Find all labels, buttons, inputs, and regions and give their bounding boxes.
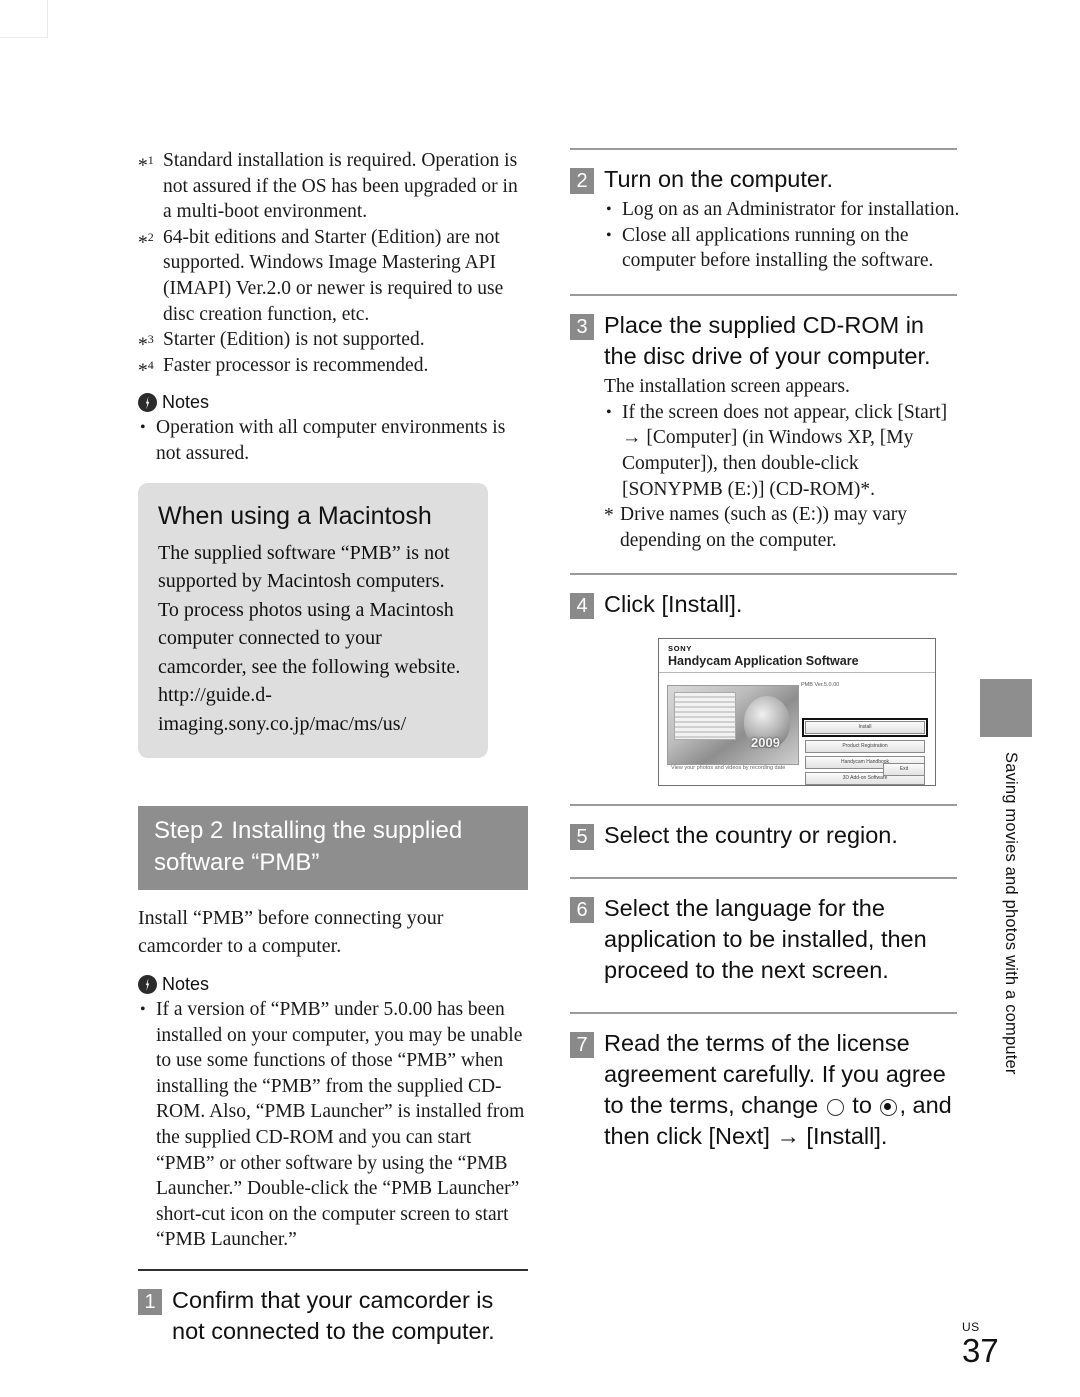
step-1-text: Confirm that your camcorder is not conne… [172, 1286, 495, 1344]
step-1: 1 Confirm that your camcorder is not con… [138, 1285, 528, 1347]
step-2-details: Log on as an Administrator for installat… [604, 197, 960, 274]
installer-title: Handycam Application Software [668, 654, 859, 669]
section-intro-paragraph: Install “PMB” before connecting your cam… [138, 907, 444, 958]
footnote-mark: *2 [138, 229, 154, 254]
section-divider [570, 1012, 957, 1015]
step-5-text: Select the country or region. [604, 822, 898, 849]
step-number-badge: 4 [570, 593, 594, 620]
step-2: 2 Turn on the computer. [570, 164, 960, 195]
footnote-text: Starter (Edition) is not supported. [163, 329, 425, 351]
notes-label: Notes [162, 974, 210, 995]
installer-year-badge: 2009 [751, 735, 780, 751]
macintosh-box-paragraph: The supplied software “PMB” is not suppo… [158, 541, 450, 593]
step-3-star-note: Drive names (such as (E:)) may vary depe… [604, 502, 960, 553]
step-header-lead: Step 2 [154, 817, 224, 845]
step-number-badge: 3 [570, 313, 594, 340]
installer-collage-image [667, 685, 799, 766]
document-page: *1 Standard installation is required. Op… [0, 0, 1080, 1397]
step-3-details: The installation screen appears. If the … [604, 374, 960, 554]
notes-heading: Notes [138, 392, 528, 413]
scan-edge-artifact [47, 0, 48, 38]
footnote-mark-number: 3 [147, 332, 154, 347]
folio-number: 37 [962, 1332, 999, 1369]
macintosh-box-title: When using a Macintosh [158, 501, 432, 530]
step-3-text: Place the supplied CD-ROM in the disc dr… [604, 311, 931, 369]
notes-heading: Notes [138, 974, 528, 995]
footnote-mark: *4 [138, 357, 154, 382]
step-3: 3 Place the supplied CD-ROM in the disc … [570, 310, 960, 372]
installer-product-registration-button[interactable]: Product Registration [805, 740, 925, 754]
macintosh-callout-box: When using a Macintosh The supplied soft… [138, 482, 488, 759]
step-3-lead-text: The installation screen appears. [604, 375, 850, 397]
footnote-item: *4 Faster processor is recommended. [138, 353, 528, 382]
step-2-bullet: Log on as an Administrator for installat… [604, 197, 960, 223]
section-divider [570, 293, 957, 296]
section-divider [570, 877, 957, 880]
step-4-text: Click [Install]. [604, 591, 743, 618]
left-column: *1 Standard installation is required. Op… [138, 148, 528, 1347]
installer-install-button[interactable]: Install [802, 718, 928, 738]
step-3-bullet: If the screen does not appear, click [St… [604, 400, 960, 502]
footnote-mark-number: 1 [147, 153, 154, 167]
footnote-mark: *1 [138, 153, 154, 177]
installer-caption: View your photos and videos by recording… [671, 765, 786, 772]
footnote-item: *1 Standard installation is required. Op… [138, 148, 528, 225]
section-divider [570, 573, 957, 576]
installer-screenshot-figure: SONY Handycam Application Software PMB V… [658, 638, 960, 787]
radio-selected-icon [880, 1099, 898, 1117]
step-6: 6 Select the language for the applicatio… [570, 893, 960, 986]
right-column: 2 Turn on the computer. Log on as an Adm… [570, 148, 960, 1152]
footnote-list: *1 Standard installation is required. Op… [138, 148, 528, 382]
step-7-text-part-2: to [852, 1092, 872, 1119]
side-tab-marker [980, 679, 1032, 737]
footnote-text: Standard installation is required. Opera… [163, 150, 518, 223]
footnote-text: Faster processor is recommended. [163, 354, 429, 376]
footnote-item: *3 Starter (Edition) is not supported. [138, 327, 528, 356]
step-number-badge: 1 [138, 1288, 162, 1315]
notes-item: If a version of “PMB” under 5.0.00 has b… [138, 997, 528, 1253]
section-divider [570, 148, 957, 150]
notes-item: Operation with all computer environments… [138, 415, 528, 466]
installer-button-group: Install Product Registration Handycam Ha… [802, 718, 928, 786]
step-4: 4 Click [Install]. [570, 589, 960, 620]
step-2-text: Turn on the computer. [604, 166, 834, 192]
step-number-badge: 5 [570, 824, 594, 851]
footnote-text: 64-bit editions and Starter (Edition) ar… [163, 226, 504, 325]
step-number-badge: 6 [570, 897, 594, 924]
side-tab-label: Saving movies and photos with a computer [1002, 752, 1020, 1075]
macintosh-box-paragraph: To process photos using a Macintosh comp… [158, 598, 461, 678]
footnote-mark-number: 4 [147, 357, 154, 372]
macintosh-box-url: http://guide.d-imaging.sony.co.jp/mac/ms… [158, 684, 407, 735]
section-divider [570, 804, 957, 807]
installer-body: PMB Ver.5.0.00 2009 View your photos and… [659, 673, 935, 786]
footnote-item: *2 64-bit editions and Starter (Edition)… [138, 225, 528, 327]
page-folio: US 37 [962, 1320, 999, 1368]
step-number-badge: 2 [570, 168, 594, 194]
installer-header: SONY Handycam Application Software [659, 639, 935, 674]
step-6-text: Select the language for the application … [604, 895, 927, 984]
step-7-text: Read the terms of the license agreement … [604, 1028, 960, 1152]
step-2-section-header: Step 2 Installing the supplied software “… [138, 806, 528, 891]
scan-edge-artifact-horizontal [0, 37, 48, 38]
section-divider [138, 1268, 528, 1271]
notes-label: Notes [162, 392, 210, 413]
notes-lightning-icon [138, 393, 157, 413]
installer-exit-button[interactable]: Exit [883, 763, 925, 777]
radio-unselected-icon [826, 1099, 844, 1117]
footnote-mark-number: 2 [147, 229, 154, 244]
step-5: 5 Select the country or region. [570, 820, 960, 851]
sony-logo: SONY [668, 644, 693, 654]
step-7: 7 Read the terms of the license agreemen… [570, 1028, 960, 1152]
step-number-badge: 7 [570, 1032, 594, 1059]
pmb-installer-window: SONY Handycam Application Software PMB V… [658, 638, 936, 787]
installer-version-label: PMB Ver.5.0.00 [801, 682, 840, 689]
notes-lightning-icon [138, 975, 157, 995]
step-2-bullet: Close all applications running on the co… [604, 223, 960, 274]
